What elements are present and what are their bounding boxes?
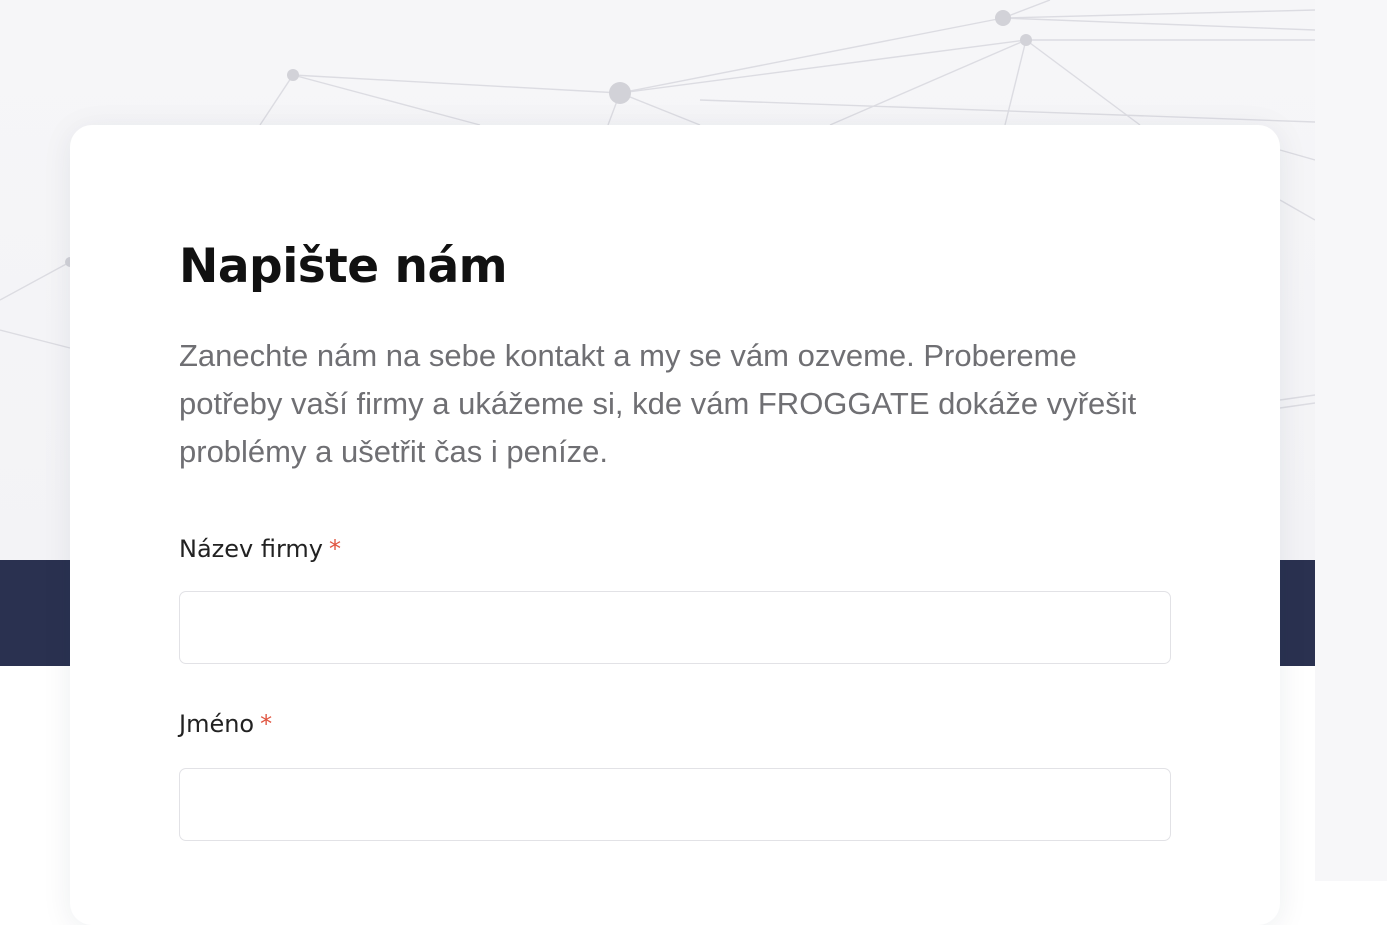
required-mark: *: [260, 710, 273, 738]
right-edge-strip: [1315, 0, 1387, 881]
company-name-input[interactable]: [179, 591, 1171, 664]
company-name-label: Název firmy *: [179, 534, 341, 564]
required-mark: *: [329, 535, 341, 563]
company-name-label-text: Název firmy: [179, 535, 323, 563]
name-input[interactable]: [179, 768, 1171, 841]
contact-form-card: Napište nám Zanechte nám na sebe kontakt…: [70, 125, 1280, 925]
form-title: Napište nám: [179, 239, 508, 294]
name-label: Jméno *: [179, 709, 272, 739]
name-label-text: Jméno: [179, 710, 255, 738]
form-description: Zanechte nám na sebe kontakt a my se vám…: [179, 338, 1137, 469]
